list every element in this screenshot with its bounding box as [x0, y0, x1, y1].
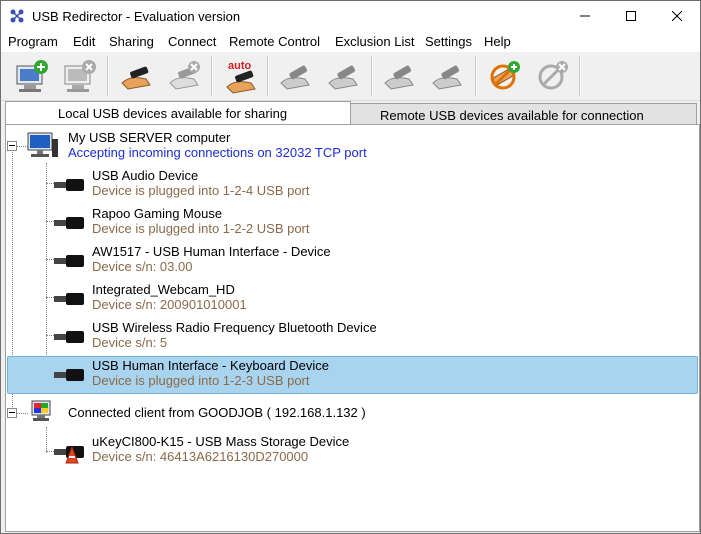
device-tree: My USB SERVER computer Accepting incomin… [5, 124, 700, 532]
disconnect-icon [328, 65, 358, 90]
share-device-button[interactable] [116, 57, 156, 97]
menu-help[interactable]: Help [484, 34, 511, 49]
auto-share-button[interactable]: auto [221, 57, 261, 97]
usb-plug-icon [54, 179, 84, 191]
menu-bar: Program Edit Sharing Connect Remote Cont… [1, 31, 700, 52]
expand-server-toggle[interactable] [7, 141, 17, 151]
unshare-device-button[interactable] [164, 57, 204, 97]
toolbar: auto [1, 52, 700, 101]
connect-remote-icon [384, 65, 414, 90]
window-title: USB Redirector - Evaluation version [32, 9, 241, 24]
client-device-name[interactable]: uKeyCI800-K15 - USB Mass Storage Device [92, 434, 349, 449]
device-name[interactable]: USB Wireless Radio Frequency Bluetooth D… [92, 320, 377, 335]
close-icon [672, 11, 682, 21]
usb-plug-icon [54, 293, 84, 305]
usb-plug-icon [54, 217, 84, 229]
menu-settings[interactable]: Settings [425, 34, 472, 49]
usb-plug-icon [54, 369, 84, 381]
tab-local-label: Local USB devices available for sharing [58, 106, 288, 121]
remove-exclusion-button[interactable] [533, 57, 573, 97]
tab-local-devices[interactable]: Local USB devices available for sharing [5, 101, 351, 126]
remove-server-button[interactable] [60, 57, 100, 97]
tab-remote-label: Remote USB devices available for connect… [380, 108, 644, 123]
menu-exclusion-list[interactable]: Exclusion List [335, 34, 414, 49]
auto-label: auto [228, 60, 252, 72]
unshare-device-icon [169, 61, 200, 90]
title-bar: USB Redirector - Evaluation version [1, 1, 700, 31]
tab-strip: Remote USB devices available for connect… [1, 101, 700, 126]
add-server-icon [16, 60, 48, 92]
toolbar-separator [371, 56, 373, 96]
auto-share-icon: auto [226, 60, 256, 94]
add-server-button[interactable] [12, 57, 52, 97]
toolbar-separator [579, 56, 581, 96]
client-name[interactable]: Connected client from GOODJOB ( 192.168.… [68, 405, 366, 420]
connect-icon [280, 65, 310, 90]
toolbar-separator [107, 56, 109, 96]
disconnect-button[interactable] [323, 57, 363, 97]
device-name[interactable]: Rapoo Gaming Mouse [92, 206, 222, 221]
device-info: Device is plugged into 1-2-2 USB port [92, 221, 310, 236]
device-name[interactable]: AW1517 - USB Human Interface - Device [92, 244, 331, 259]
device-info: Device s/n: 03.00 [92, 259, 193, 274]
close-button[interactable] [654, 1, 700, 31]
usb-redirector-app-icon [10, 9, 24, 23]
disconnect-remote-icon [432, 65, 462, 90]
minimize-icon [580, 15, 590, 17]
usb-plug-icon [54, 331, 84, 343]
usb-storage-icon [54, 445, 84, 464]
disconnect-remote-button[interactable] [427, 57, 467, 97]
toolbar-separator [475, 56, 477, 96]
device-name[interactable]: USB Audio Device [92, 168, 198, 183]
connect-button[interactable] [275, 57, 315, 97]
tab-remote-devices[interactable]: Remote USB devices available for connect… [349, 103, 697, 125]
app-window: USB Redirector - Evaluation version Prog… [0, 0, 701, 534]
device-name[interactable]: Integrated_Webcam_HD [92, 282, 235, 297]
menu-connect[interactable]: Connect [168, 34, 216, 49]
expand-client-toggle[interactable] [7, 408, 17, 418]
server-computer-icon [27, 132, 58, 157]
minimize-button[interactable] [562, 1, 608, 31]
share-device-icon [121, 66, 151, 90]
tree-connector [46, 163, 47, 375]
device-info: Device s/n: 200901010001 [92, 297, 247, 312]
usb-plug-icon [54, 255, 84, 267]
server-status: Accepting incoming connections on 32032 … [68, 145, 367, 160]
toolbar-separator [211, 56, 213, 96]
menu-edit[interactable]: Edit [73, 34, 95, 49]
menu-sharing[interactable]: Sharing [109, 34, 154, 49]
device-info: Device is plugged into 1-2-4 USB port [92, 183, 310, 198]
client-computer-icon [31, 400, 51, 421]
client-device-info: Device s/n: 46413A6216130D270000 [92, 449, 309, 464]
menu-remote-control[interactable]: Remote Control [229, 34, 320, 49]
add-exclusion-button[interactable] [485, 57, 525, 97]
maximize-icon [626, 11, 636, 21]
toolbar-separator [267, 56, 269, 96]
remove-server-icon [64, 60, 96, 92]
server-name[interactable]: My USB SERVER computer [68, 130, 230, 145]
device-info: Device is plugged into 1-2-3 USB port [92, 373, 310, 388]
maximize-button[interactable] [608, 1, 654, 31]
device-info: Device s/n: 5 [92, 335, 168, 350]
connect-remote-button[interactable] [379, 57, 419, 97]
tree-connector [46, 427, 47, 453]
device-name[interactable]: USB Human Interface - Keyboard Device [92, 358, 329, 373]
remove-exclusion-icon [538, 61, 568, 90]
add-exclusion-icon [490, 61, 520, 90]
menu-program[interactable]: Program [8, 34, 58, 49]
